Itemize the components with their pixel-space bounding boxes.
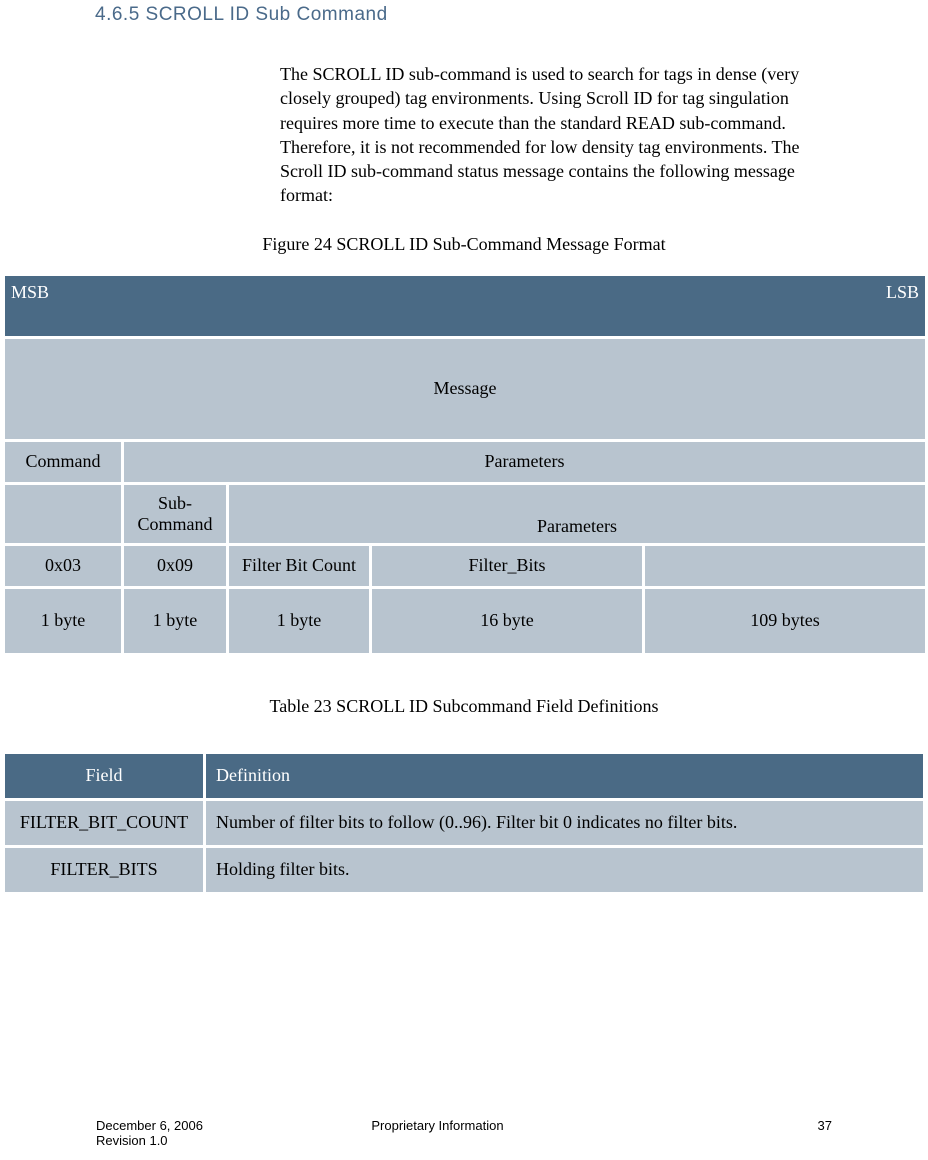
msb-label: MSB <box>11 282 49 303</box>
figure-caption: Figure 24 SCROLL ID Sub-Command Message … <box>0 234 928 255</box>
definition-cell: Holding filter bits. <box>206 848 923 892</box>
body-paragraph: The SCROLL ID sub-command is used to sea… <box>280 62 840 208</box>
definition-cell: Number of filter bits to follow (0..96).… <box>206 801 923 845</box>
table-caption: Table 23 SCROLL ID Subcommand Field Defi… <box>0 696 928 717</box>
size-2: 1 byte <box>229 589 369 653</box>
footer-center: Proprietary Information <box>203 1118 672 1133</box>
lsb-label: LSB <box>886 282 919 303</box>
section-heading: 4.6.5 SCROLL ID Sub Command <box>95 4 928 26</box>
val-3: Filter_Bits <box>372 546 642 586</box>
parameters-cell: Parameters <box>124 442 925 482</box>
val-1: 0x09 <box>124 546 226 586</box>
size-0: 1 byte <box>5 589 121 653</box>
table-row: FILTER_BITS Holding filter bits. <box>5 848 923 892</box>
command-cell: Command <box>5 442 121 482</box>
page-footer: December 6, 2006 Proprietary Information… <box>0 1118 928 1148</box>
val-4 <box>645 546 925 586</box>
field-cell: FILTER_BITS <box>5 848 203 892</box>
definition-header: Definition <box>206 754 923 798</box>
empty-cell <box>5 485 121 543</box>
footer-page: 37 <box>792 1118 832 1133</box>
message-cell: Message <box>5 339 925 439</box>
footer-revision: Revision 1.0 <box>96 1133 168 1148</box>
footer-date: December 6, 2006 <box>96 1118 203 1133</box>
table-row: FILTER_BIT_COUNT Number of filter bits t… <box>5 801 923 845</box>
size-3: 16 byte <box>372 589 642 653</box>
parameters2-cell: Parameters <box>229 485 925 543</box>
size-1: 1 byte <box>124 589 226 653</box>
message-format-table: MSB LSB Message Command Parameters Sub-C… <box>2 273 928 656</box>
field-definitions-table: Field Definition FILTER_BIT_COUNT Number… <box>2 751 926 895</box>
field-header: Field <box>5 754 203 798</box>
size-4: 109 bytes <box>645 589 925 653</box>
field-cell: FILTER_BIT_COUNT <box>5 801 203 845</box>
msb-lsb-header: MSB LSB <box>5 276 925 336</box>
val-0: 0x03 <box>5 546 121 586</box>
sub-command-cell: Sub-Command <box>124 485 226 543</box>
val-2: Filter Bit Count <box>229 546 369 586</box>
